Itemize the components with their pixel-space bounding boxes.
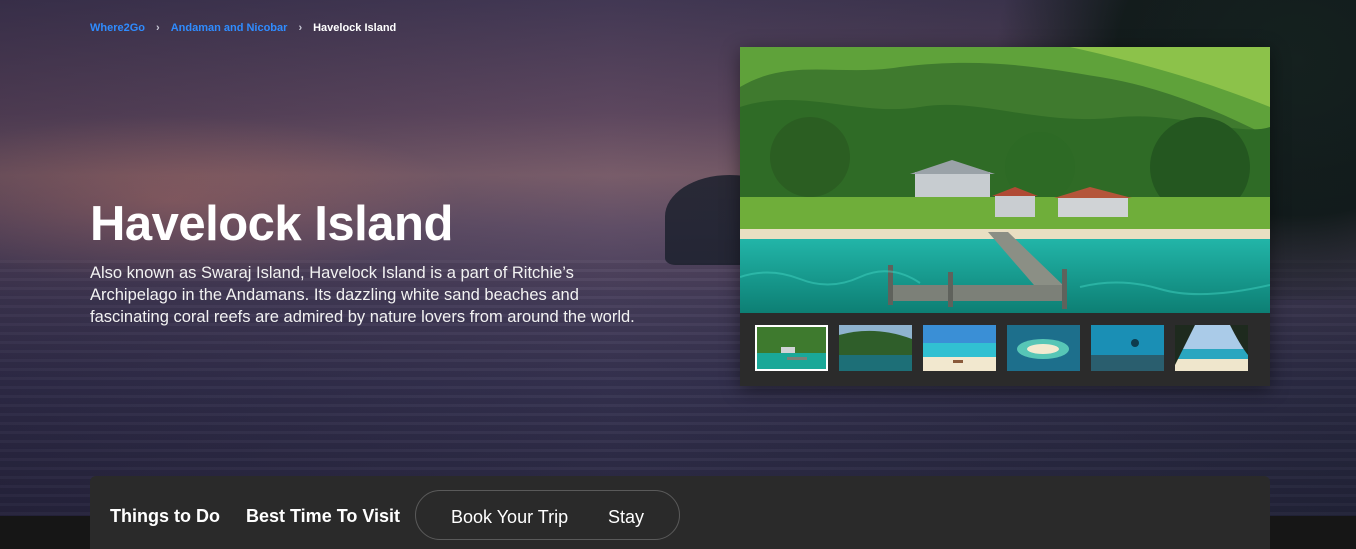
tab-things-to-do[interactable]: Things to Do (110, 506, 220, 527)
tab-book-your-trip[interactable]: Book Your Trip (451, 507, 568, 528)
tab-best-time-to-visit[interactable]: Best Time To Visit (246, 506, 400, 527)
photo-gallery (740, 47, 1270, 386)
breadcrumb-current: Havelock Island (313, 22, 397, 34)
booking-tab-group: Book Your Trip Stay (415, 490, 680, 540)
breadcrumb: Where2Go › Andaman and Nicobar › Haveloc… (90, 22, 396, 34)
chevron-right-icon: › (156, 22, 160, 34)
thumbnail-pier[interactable] (755, 325, 828, 371)
main-photo[interactable] (740, 47, 1270, 313)
thumbnail-forest-bay[interactable] (839, 325, 912, 371)
breadcrumb-link-region[interactable]: Andaman and Nicobar (171, 22, 288, 34)
page-title: Havelock Island (90, 197, 453, 251)
thumbnail-strip (755, 325, 1248, 371)
thumbnail-turquoise-beach[interactable] (923, 325, 996, 371)
section-tab-bar: Things to Do Best Time To Visit Book You… (90, 476, 1270, 549)
tab-stay[interactable]: Stay (608, 507, 644, 528)
thumbnail-beach-trees[interactable] (1175, 325, 1248, 371)
destination-description: Also known as Swaraj Island, Havelock Is… (90, 264, 635, 326)
thumbnail-coral-reef[interactable] (1091, 325, 1164, 371)
chevron-right-icon: › (298, 22, 303, 34)
breadcrumb-link-home[interactable]: Where2Go (90, 22, 145, 34)
thumbnail-sandbar-aerial[interactable] (1007, 325, 1080, 371)
